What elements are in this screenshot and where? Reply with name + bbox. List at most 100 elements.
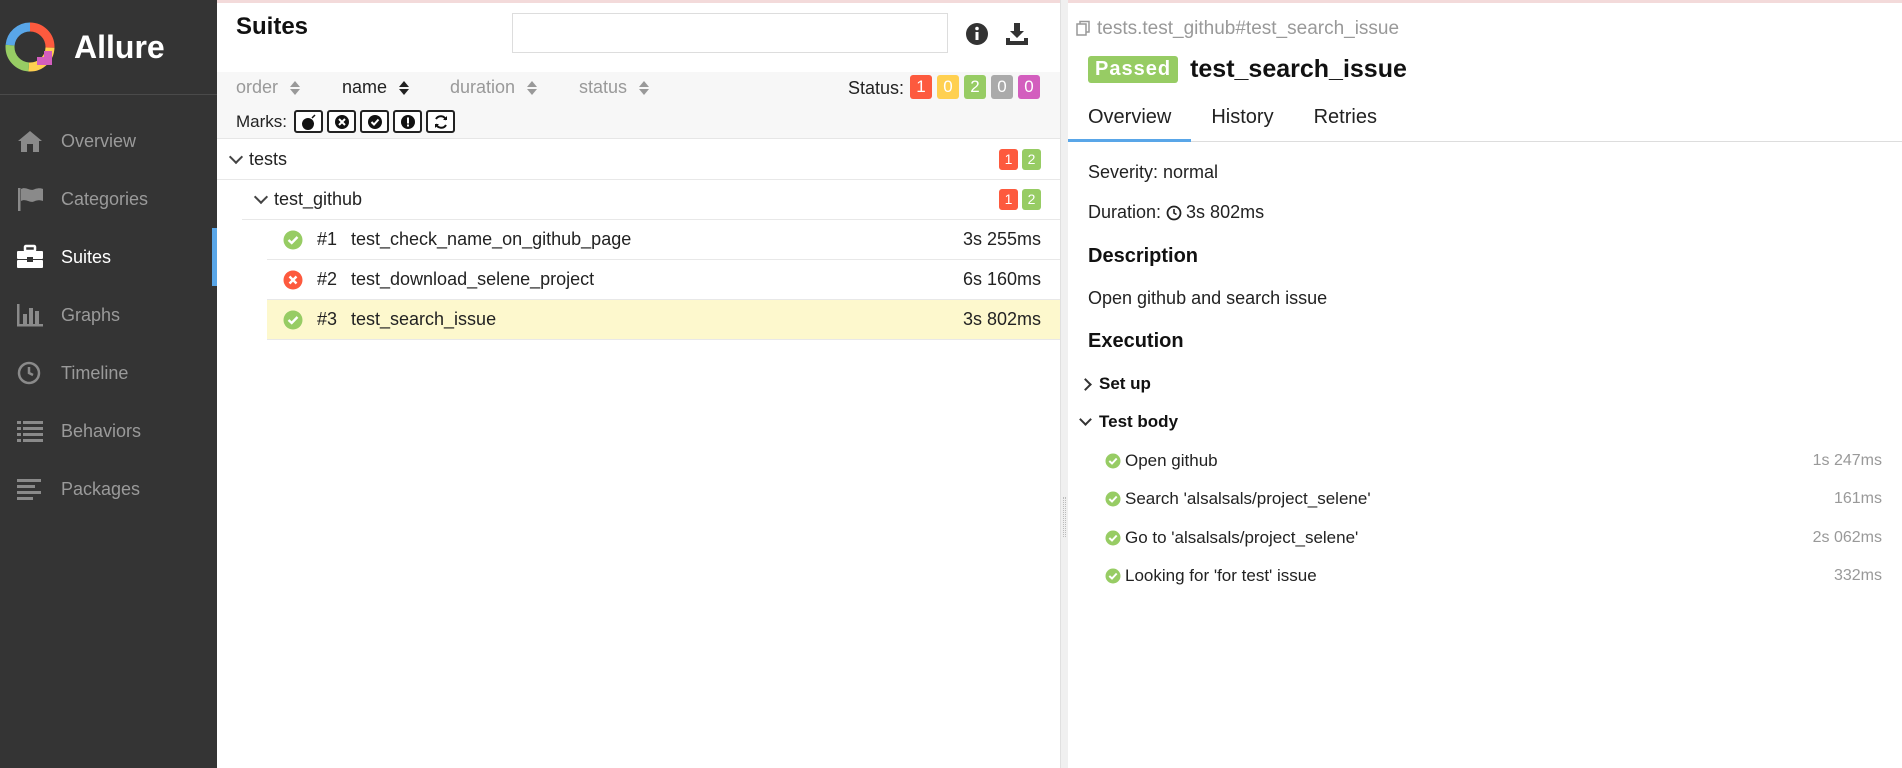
group-counts: 1 2 <box>999 189 1041 210</box>
new-broken-mark-button[interactable] <box>393 110 422 133</box>
sidebar-item-label: Timeline <box>61 362 129 383</box>
sidebar-item-overview[interactable]: Overview <box>0 112 217 170</box>
test-duration: 3s 255ms <box>962 229 1041 249</box>
tab-retries[interactable]: Retries <box>1294 99 1397 142</box>
sidebar-item-timeline[interactable]: Timeline <box>0 344 217 402</box>
exclamation-circle-icon <box>400 114 415 129</box>
sidebar-item-suites[interactable]: Suites <box>0 228 217 286</box>
breadcrumb: tests.test_github#test_search_issue <box>1075 18 1399 40</box>
duration-value: 3s 802ms <box>1186 202 1265 222</box>
sort-status[interactable]: status <box>579 77 650 98</box>
test-detail-pane: tests.test_github#test_search_issue Pass… <box>1068 0 1902 768</box>
copy-icon[interactable] <box>1075 20 1093 38</box>
brand[interactable]: Allure <box>0 0 217 95</box>
check-circle-icon <box>367 114 382 129</box>
step-row[interactable]: Search 'alsalsals/project_selene' 161ms <box>1105 489 1882 509</box>
sort-icon <box>399 80 410 96</box>
new-passed-mark-button[interactable] <box>360 110 389 133</box>
execution-title: Execution <box>1088 330 1184 352</box>
failed-count-badge: 1 <box>999 149 1018 170</box>
step-name: Go to 'alsalsals/project_selene' <box>1125 528 1359 547</box>
step-duration: 161ms <box>1833 490 1882 507</box>
status-filter-broken[interactable]: 0 <box>937 75 959 99</box>
pane-resize-handle[interactable] <box>1060 0 1068 768</box>
status-filter-label: Status: <box>847 78 904 98</box>
test-name: test_download_selene_project <box>351 269 595 289</box>
tree-group-tests[interactable]: tests 1 2 <box>217 140 1060 180</box>
app-name: Allure <box>74 28 165 65</box>
status-filter-passed[interactable]: 2 <box>964 75 986 99</box>
sort-order[interactable]: order <box>236 77 301 98</box>
bomb-icon <box>301 113 316 130</box>
sort-label: status <box>579 77 628 97</box>
sidebar-item-graphs[interactable]: Graphs <box>0 286 217 344</box>
allure-logo-icon <box>5 22 55 72</box>
test-row[interactable]: #3 test_search_issue 3s 802ms <box>267 300 1060 340</box>
sort-icon <box>527 80 538 96</box>
test-duration: 3s 802ms <box>962 309 1041 329</box>
sort-bar: order name duration status Status: 1 0 2… <box>217 72 1060 139</box>
marks-filters <box>294 110 455 133</box>
sidebar-item-label: Suites <box>61 246 112 267</box>
test-number: #3 <box>317 309 338 329</box>
page-title: Suites <box>236 13 309 40</box>
tree-group-test-github[interactable]: test_github 1 2 <box>242 180 1060 220</box>
status-filters: 1 0 2 0 0 <box>910 75 1040 99</box>
status-filter-failed[interactable]: 1 <box>910 75 932 99</box>
grip-icon <box>1063 497 1066 537</box>
tree-group-label: tests <box>249 149 288 169</box>
search-input[interactable] <box>512 13 948 53</box>
passed-count-badge: 2 <box>1022 189 1041 210</box>
sidebar-item-label: Graphs <box>61 304 121 325</box>
step-group-label: Set up <box>1099 374 1151 393</box>
sort-icon <box>290 80 301 96</box>
times-circle-icon <box>283 270 303 289</box>
test-list: #1 test_check_name_on_github_page 3s 255… <box>217 220 1060 340</box>
test-row[interactable]: #2 test_download_selene_project 6s 160ms <box>267 260 1060 300</box>
test-heading: Passed test_search_issue <box>1088 55 1407 84</box>
check-circle-icon <box>283 310 303 329</box>
suites-pane: Suites order name duration status Status… <box>217 0 1060 768</box>
step-row[interactable]: Go to 'alsalsals/project_selene' 2s 062m… <box>1105 528 1882 548</box>
flag-icon <box>14 185 46 213</box>
test-number: #1 <box>317 229 338 249</box>
info-icon[interactable] <box>963 20 991 48</box>
setup-group[interactable]: Set up <box>1079 374 1151 394</box>
breadcrumb-text: tests.test_github#test_search_issue <box>1097 18 1400 39</box>
status-filter-skipped[interactable]: 0 <box>991 75 1013 99</box>
home-icon <box>14 127 46 155</box>
tab-history[interactable]: History <box>1191 99 1293 142</box>
suites-header: Suites <box>217 3 1060 68</box>
test-row[interactable]: #1 test_check_name_on_github_page 3s 255… <box>267 220 1060 260</box>
check-circle-icon <box>1105 530 1121 546</box>
flaky-mark-button[interactable] <box>294 110 323 133</box>
passed-count-badge: 2 <box>1022 149 1041 170</box>
test-body-group[interactable]: Test body <box>1079 412 1178 432</box>
tab-overview[interactable]: Overview <box>1068 99 1192 142</box>
chevron-right-icon <box>1079 377 1092 391</box>
sort-label: name <box>342 77 388 97</box>
sidebar-item-packages[interactable]: Packages <box>0 460 217 518</box>
sidebar-item-behaviors[interactable]: Behaviors <box>0 402 217 460</box>
sidebar-item-label: Behaviors <box>61 420 142 441</box>
chevron-down-icon <box>1079 413 1092 426</box>
chevron-down-icon <box>253 189 269 204</box>
download-icon[interactable] <box>1003 20 1031 48</box>
refresh-icon <box>434 114 447 129</box>
new-failed-mark-button[interactable] <box>327 110 356 133</box>
sidebar-item-label: Overview <box>61 130 137 151</box>
sort-name[interactable]: name <box>342 77 410 98</box>
step-row[interactable]: Open github 1s 247ms <box>1105 451 1882 471</box>
retries-mark-button[interactable] <box>426 110 455 133</box>
sort-icon <box>639 80 650 96</box>
status-filter-unknown[interactable]: 0 <box>1018 75 1040 99</box>
test-number: #2 <box>317 269 338 289</box>
failed-count-badge: 1 <box>999 189 1018 210</box>
sidebar-item-categories[interactable]: Categories <box>0 170 217 228</box>
description-title: Description <box>1088 245 1199 267</box>
step-row[interactable]: Looking for 'for test' issue 332ms <box>1105 566 1882 586</box>
test-title: test_search_issue <box>1190 55 1407 83</box>
sort-duration[interactable]: duration <box>450 77 538 98</box>
briefcase-icon <box>14 243 46 271</box>
status-badge: Passed <box>1088 56 1179 83</box>
